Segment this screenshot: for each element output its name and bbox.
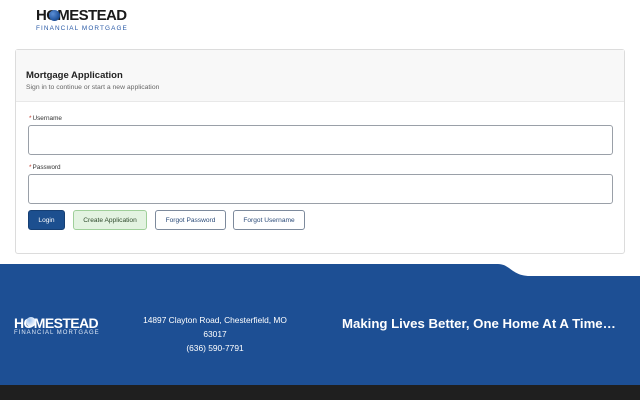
password-label: *Password — [29, 164, 61, 171]
username-input[interactable] — [28, 125, 613, 155]
header-logo[interactable]: HOMESTEAD FINANCIAL MORTGAGE — [36, 8, 132, 34]
login-button[interactable]: Login — [28, 210, 65, 230]
required-marker: * — [29, 115, 32, 122]
required-marker: * — [29, 164, 32, 171]
footer-logo-tagline: FINANCIAL MORTGAGE — [14, 330, 100, 336]
footer-globe-icon — [26, 317, 36, 327]
footer-tagline: Making Lives Better, One Home At A Time… — [342, 316, 616, 331]
footer-bottom-bar — [0, 385, 640, 400]
logo-tagline: FINANCIAL MORTGAGE — [36, 25, 128, 32]
footer-contact: 14897 Clayton Road, Chesterfield, MO 630… — [131, 313, 299, 355]
card-header: Mortgage Application Sign in to continue… — [16, 50, 624, 102]
page-title: Mortgage Application — [26, 70, 123, 81]
footer-phone[interactable]: (636) 590-7791 — [131, 341, 299, 355]
username-label: *Username — [29, 115, 62, 122]
page-subtitle: Sign in to continue or start a new appli… — [26, 84, 160, 91]
forgot-password-button[interactable]: Forgot Password — [155, 210, 226, 230]
create-application-button[interactable]: Create Application — [73, 210, 147, 230]
globe-icon — [49, 10, 60, 21]
login-card: Mortgage Application Sign in to continue… — [15, 49, 625, 254]
password-input[interactable] — [28, 174, 613, 204]
forgot-username-button[interactable]: Forgot Username — [233, 210, 305, 230]
footer-address: 14897 Clayton Road, Chesterfield, MO 630… — [143, 315, 287, 339]
footer-logo[interactable]: HOMESTEAD FINANCIAL MORTGAGE — [14, 315, 106, 339]
